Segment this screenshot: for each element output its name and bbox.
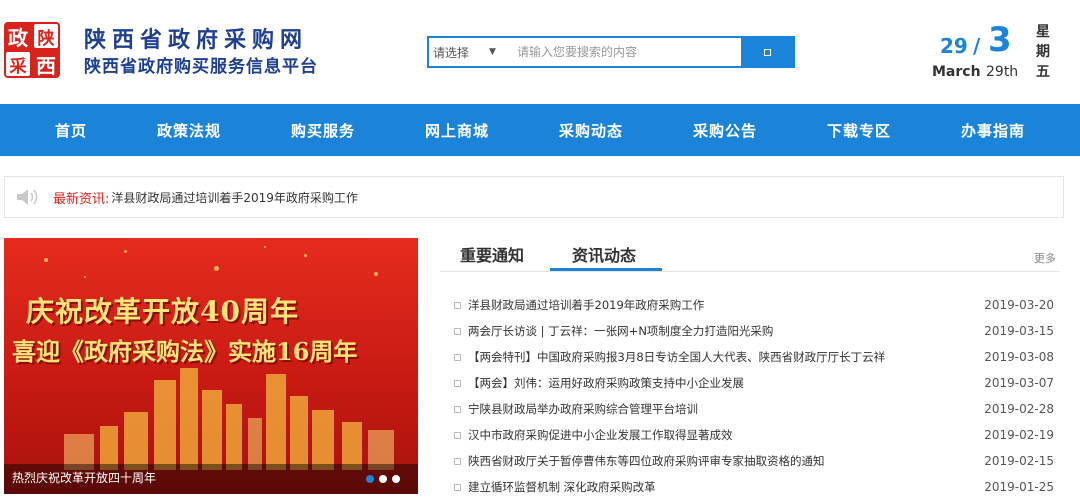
logo-char: 采 (6, 52, 30, 77)
search-input[interactable] (513, 38, 741, 66)
slide-dot[interactable] (366, 475, 374, 483)
news-item[interactable]: 陕西省财政厅关于暂停曹伟东等四位政府采购评审专家抽取资格的通知 2019-02-… (440, 448, 1060, 474)
banner-sparkle (304, 254, 307, 257)
banner-sparkle (124, 250, 127, 253)
news-date: 2019-03-07 (984, 376, 1054, 390)
news-item[interactable]: 【两会】刘伟：运用好政府采购政策支持中小企业发展 2019-03-07 (440, 370, 1060, 396)
date-day: 29 (940, 34, 968, 58)
square-bullet-icon (454, 327, 461, 335)
news-date: 2019-01-25 (984, 480, 1054, 494)
caret-down-icon: ▼ (489, 47, 496, 57)
banner-sparkle (44, 258, 48, 262)
news-item[interactable]: 洋县财政局通过培训着手2019年政府采购工作 2019-03-20 (440, 292, 1060, 318)
square-bullet-icon (454, 457, 461, 465)
tab-important-notices[interactable]: 重要通知 (460, 242, 524, 266)
banner-sparkle (214, 266, 219, 271)
active-tab-indicator (550, 268, 662, 271)
logo-char: 政 (8, 25, 28, 50)
news-ticker: 最新资讯: 洋县财政局通过培训着手2019年政府采购工作 (4, 176, 1064, 218)
news-date: 2019-02-15 (984, 454, 1054, 468)
banner-slider[interactable]: 庆祝改革开放40周年 喜迎《政府采购法》实施16周年 热烈庆祝改革开放四十周年 (4, 238, 418, 494)
news-item[interactable]: 两会厅长访谈 | 丁云祥：一张网+N项制度全力打造阳光采购 2019-03-15 (440, 318, 1060, 344)
banner-sparkle (264, 246, 266, 248)
news-date: 2019-03-15 (984, 324, 1054, 338)
site-title: 陕西省政府采购网 (84, 27, 309, 53)
news-item[interactable]: 汉中市政府采购促进中小企业发展工作取得显著成效 2019-02-19 (440, 422, 1060, 448)
news-date: 2019-02-19 (984, 428, 1054, 442)
square-bullet-icon (454, 431, 461, 439)
search-select-label: 请选择 (433, 45, 470, 60)
banner-pagination (366, 475, 400, 483)
nav-item-news[interactable]: 采购动态 (559, 120, 623, 141)
news-date: 2019-03-20 (984, 298, 1054, 312)
banner-sparkle (374, 272, 378, 276)
banner-caption: 热烈庆祝改革开放四十周年 (12, 471, 157, 485)
news-title: 【两会特刊】中国政府采购报3月8日专访全国人大代表、陕西省财政厅厅长丁云祥 (468, 350, 886, 364)
site-subtitle: 陕西省政府购买服务信息平台 (84, 57, 318, 77)
date-separator: / (973, 34, 981, 58)
slide-dot[interactable] (392, 475, 400, 483)
city-skyline-image (64, 368, 394, 470)
logo-char: 陕 (34, 24, 58, 49)
news-title: 陕西省财政厅关于暂停曹伟东等四位政府采购评审专家抽取资格的通知 (468, 454, 825, 468)
square-bullet-icon (454, 483, 461, 491)
news-title: 两会厅长访谈 | 丁云祥：一张网+N项制度全力打造阳光采购 (468, 324, 774, 338)
square-bullet-icon (454, 405, 461, 413)
news-list: 洋县财政局通过培训着手2019年政府采购工作 2019-03-20 两会厅长访谈… (440, 292, 1060, 500)
logo-char: 西 (36, 53, 56, 78)
news-title: 建立循环监督机制 深化政府采购改革 (468, 480, 656, 494)
speaker-icon (17, 189, 38, 205)
nav-item-announcements[interactable]: 采购公告 (693, 120, 757, 141)
news-item[interactable]: 宁陕县财政局举办政府采购综合管理平台培训 2019-02-28 (440, 396, 1060, 422)
banner-sparkle (84, 276, 86, 278)
date-month-number: 3 (988, 20, 1012, 60)
square-bullet-icon (454, 379, 461, 387)
ticker-label: 最新资讯: (53, 191, 110, 207)
nav-item-downloads[interactable]: 下载专区 (827, 120, 891, 141)
tab-news-updates[interactable]: 资讯动态 (572, 242, 636, 266)
site-header: 政 陕 采 西 陕西省政府采购网 陕西省政府购买服务信息平台 请选择 ▼ 29 … (0, 0, 1080, 104)
banner-headline: 庆祝改革开放40周年 (26, 295, 299, 328)
nav-item-home[interactable]: 首页 (55, 120, 87, 141)
news-item[interactable]: 建立循环监督机制 深化政府采购改革 2019-01-25 (440, 474, 1060, 500)
news-panel: 重要通知 资讯动态 更多 洋县财政局通过培训着手2019年政府采购工作 2019… (440, 238, 1060, 500)
nav-item-mall[interactable]: 网上商城 (425, 120, 489, 141)
site-logo[interactable]: 政 陕 采 西 (4, 22, 60, 78)
date-display: 29 / 3 March 29th 星期五 (930, 20, 1070, 90)
news-item[interactable]: 【两会特刊】中国政府采购报3月8日专访全国人大代表、陕西省财政厅厅长丁云祥 20… (440, 344, 1060, 370)
nav-item-guide[interactable]: 办事指南 (961, 120, 1025, 141)
news-title: 汉中市政府采购促进中小企业发展工作取得显著成效 (468, 428, 733, 442)
news-title: 宁陕县财政局举办政府采购综合管理平台培训 (468, 402, 698, 416)
date-month-name: March (932, 64, 981, 80)
ticker-link[interactable]: 洋县财政局通过培训着手2019年政府采购工作 (111, 189, 358, 206)
news-tabs: 重要通知 资讯动态 更多 (440, 238, 1060, 272)
search-box: 请选择 ▼ (427, 36, 795, 68)
square-bullet-icon (454, 353, 461, 361)
date-weekday: 星期五 (1036, 24, 1050, 80)
date-ordinal: 29th (986, 64, 1019, 80)
news-title: 洋县财政局通过培训着手2019年政府采购工作 (468, 298, 705, 312)
more-link[interactable]: 更多 (1034, 250, 1056, 266)
nav-item-services[interactable]: 购买服务 (291, 120, 355, 141)
news-date: 2019-02-28 (984, 402, 1054, 416)
square-bullet-icon (454, 301, 461, 309)
main-nav: 首页 政策法规 购买服务 网上商城 采购动态 采购公告 下载专区 办事指南 (0, 104, 1080, 156)
news-title: 【两会】刘伟：运用好政府采购政策支持中小企业发展 (468, 376, 744, 390)
nav-item-policy[interactable]: 政策法规 (157, 120, 221, 141)
search-category-select[interactable]: 请选择 ▼ (429, 38, 513, 66)
slide-dot[interactable] (379, 475, 387, 483)
search-button[interactable] (741, 38, 793, 66)
search-icon (763, 48, 771, 56)
news-date: 2019-03-08 (984, 350, 1054, 364)
